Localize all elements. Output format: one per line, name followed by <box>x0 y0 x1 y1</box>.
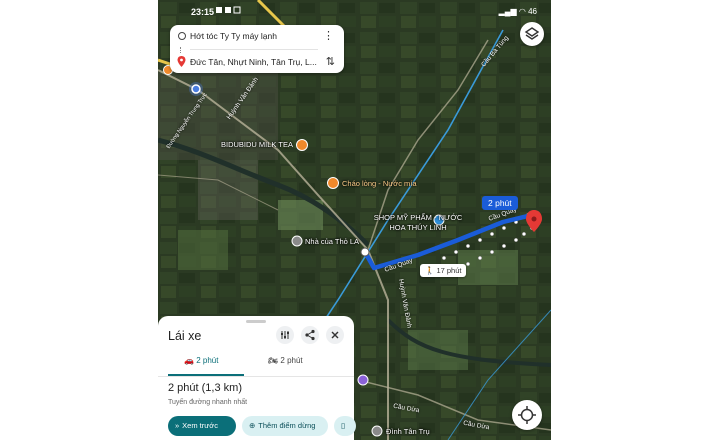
route-subtitle: Tuyến đường nhanh nhất <box>168 399 248 406</box>
wifi-icon: ◠ <box>518 7 526 16</box>
status-bar: 23:15 ▂▄▆ ◠ 46 <box>158 0 551 22</box>
place-label[interactable]: Nhà của Thỏ LA <box>305 237 359 246</box>
walking-icon: 🚶 <box>425 266 435 275</box>
battery-level: 46 <box>528 7 537 16</box>
origin-circle-icon <box>178 32 186 40</box>
cafe-marker-icon <box>296 139 308 151</box>
food-marker-icon <box>327 177 339 189</box>
tab-car-label: 2 phút <box>196 356 219 365</box>
phone-screen: BIDUBIDU MILK TEA Cháo lòng - Nước mía S… <box>158 0 551 440</box>
car-icon: 🚗 <box>184 356 194 365</box>
home-marker-icon <box>291 235 303 247</box>
tab-motorbike-label: 2 phút <box>280 356 303 365</box>
landmark-marker-icon <box>371 425 383 437</box>
bookmark-icon: ▯ <box>341 421 346 430</box>
motorbike-icon: 🏍 <box>268 356 279 365</box>
layers-icon <box>524 27 540 40</box>
origin-input[interactable]: Hớt tóc Ty Ty máy lạnh <box>190 31 318 41</box>
preview-label: Xem trước <box>182 421 218 430</box>
add-stop-icon: ⊕ <box>249 421 256 430</box>
tab-divider <box>158 376 354 377</box>
travel-mode-title: Lái xe <box>168 329 202 343</box>
card-divider <box>190 49 318 50</box>
directions-sheet: Lái xe 🚗 2 phút 🏍 2 phút 2 phút (1,3 km)… <box>158 316 356 440</box>
status-right-icons: ▂▄▆ ◠ 46 <box>499 7 537 16</box>
tab-motorbike[interactable]: 🏍 2 phút <box>268 356 303 372</box>
layers-button[interactable] <box>520 22 544 46</box>
crosshair-icon <box>518 406 536 424</box>
my-location-button[interactable] <box>512 400 542 430</box>
add-stop-label: Thêm điểm dừng <box>258 421 316 430</box>
save-route-button[interactable]: ▯ <box>334 416 356 436</box>
destination-row[interactable]: Đức Tân, Nhựt Ninh, Tân Trụ, L... ⇅ <box>170 51 344 73</box>
more-options-icon[interactable]: ⋮ <box>323 29 334 42</box>
swap-icon[interactable]: ⇅ <box>326 55 335 68</box>
destination-pin-icon <box>177 56 186 67</box>
origin-row[interactable]: Hớt tóc Ty Ty máy lạnh ⋮ <box>170 25 344 47</box>
walking-time-badge[interactable]: 🚶 17 phút <box>420 264 467 277</box>
route-card: Hớt tóc Ty Ty máy lạnh ⋮ Đức Tân, Nhựt N… <box>170 25 344 73</box>
temple-marker-icon <box>357 374 369 386</box>
drag-handle[interactable] <box>246 320 266 323</box>
close-button[interactable] <box>326 326 344 344</box>
preview-button[interactable]: » Xem trước <box>168 416 236 436</box>
route-summary: 2 phút (1,3 km) <box>168 382 242 394</box>
share-icon <box>305 329 315 341</box>
tab-car[interactable]: 🚗 2 phút <box>184 356 218 372</box>
destination-input[interactable]: Đức Tân, Nhựt Ninh, Tân Trụ, L... <box>190 57 318 67</box>
driving-time-badge[interactable]: 2 phút <box>482 196 518 210</box>
signal-icon: ▂▄▆ <box>498 7 517 16</box>
notification-icons <box>216 6 242 16</box>
status-time: 23:15 <box>191 7 215 17</box>
place-label[interactable]: Cháo lòng - Nước mía <box>342 179 417 188</box>
share-button[interactable] <box>301 326 319 344</box>
preview-icon: » <box>175 421 180 430</box>
place-label[interactable]: Đình Tân Trụ <box>386 427 430 436</box>
sliders-icon <box>281 331 289 339</box>
walking-time-label: 17 phút <box>436 266 462 275</box>
place-label[interactable]: BIDUBIDU MILK TEA <box>221 140 293 149</box>
route-options-button[interactable] <box>276 326 294 344</box>
add-stop-button[interactable]: ⊕ Thêm điểm dừng <box>242 416 328 436</box>
close-icon <box>331 331 339 339</box>
place-label[interactable]: SHOP MỸ PHẨM - NƯỚC HOA THÚY LINH <box>372 213 464 233</box>
